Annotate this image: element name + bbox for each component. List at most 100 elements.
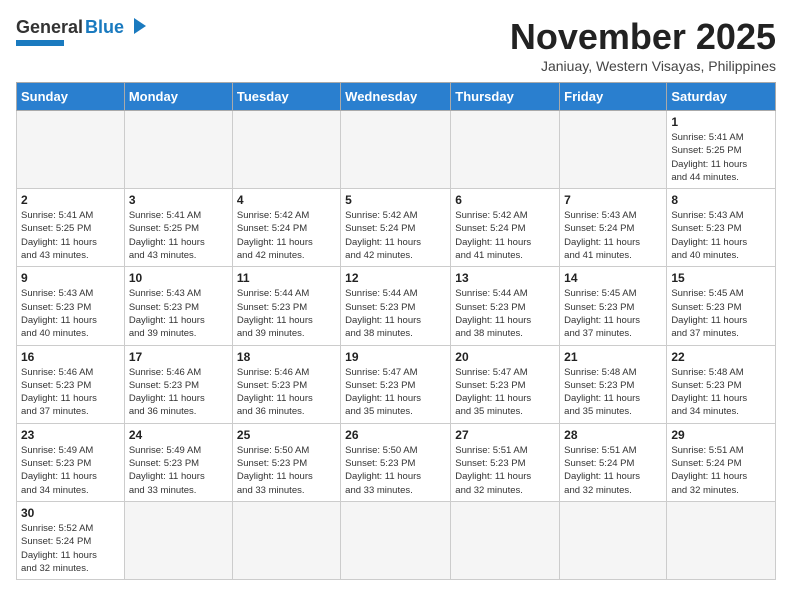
header: General Blue November 2025 Janiuay, West… xyxy=(16,16,776,74)
calendar-cell xyxy=(124,501,232,579)
day-number: 30 xyxy=(21,506,120,520)
day-number: 7 xyxy=(564,193,662,207)
day-number: 1 xyxy=(671,115,771,129)
cell-content: Sunrise: 5:41 AM Sunset: 5:25 PM Dayligh… xyxy=(21,209,120,262)
calendar-cell xyxy=(451,111,560,189)
day-number: 5 xyxy=(345,193,446,207)
cell-content: Sunrise: 5:50 AM Sunset: 5:23 PM Dayligh… xyxy=(345,444,446,497)
day-number: 20 xyxy=(455,350,555,364)
day-number: 18 xyxy=(237,350,336,364)
calendar-week-5: 23Sunrise: 5:49 AM Sunset: 5:23 PM Dayli… xyxy=(17,423,776,501)
calendar-cell: 11 Sunrise: 5:44 AM Sunset: 5:23 PM Dayli… xyxy=(232,267,340,345)
cell-content: Sunrise: 5:43 AM Sunset: 5:24 PM Dayligh… xyxy=(564,209,662,262)
cell-content: Sunrise: 5:45 AM Sunset: 5:23 PM Dayligh… xyxy=(564,287,662,340)
weekday-header-row: SundayMondayTuesdayWednesdayThursdayFrid… xyxy=(17,83,776,111)
day-number: 2 xyxy=(21,193,120,207)
calendar-cell xyxy=(232,501,340,579)
day-number: 16 xyxy=(21,350,120,364)
logo-icon xyxy=(128,16,150,38)
calendar-cell xyxy=(451,501,560,579)
weekday-header-wednesday: Wednesday xyxy=(341,83,451,111)
day-number: 9 xyxy=(21,271,120,285)
cell-content: Sunrise: 5:48 AM Sunset: 5:23 PM Dayligh… xyxy=(564,366,662,419)
calendar-cell xyxy=(124,111,232,189)
calendar-cell: 23Sunrise: 5:49 AM Sunset: 5:23 PM Dayli… xyxy=(17,423,125,501)
calendar-cell: 8 Sunrise: 5:43 AM Sunset: 5:23 PM Daylig… xyxy=(667,189,776,267)
calendar-cell: 18Sunrise: 5:46 AM Sunset: 5:23 PM Dayli… xyxy=(232,345,340,423)
calendar-week-1: 1Sunrise: 5:41 AM Sunset: 5:25 PM Daylig… xyxy=(17,111,776,189)
day-number: 6 xyxy=(455,193,555,207)
title-area: November 2025 Janiuay, Western Visayas, … xyxy=(510,16,776,74)
day-number: 17 xyxy=(129,350,228,364)
day-number: 24 xyxy=(129,428,228,442)
calendar-cell xyxy=(341,111,451,189)
calendar-cell: 14 Sunrise: 5:45 AM Sunset: 5:23 PM Dayli… xyxy=(560,267,667,345)
calendar-cell: 22 Sunrise: 5:48 AM Sunset: 5:23 PM Dayli… xyxy=(667,345,776,423)
calendar-cell: 2 Sunrise: 5:41 AM Sunset: 5:25 PM Daylig… xyxy=(17,189,125,267)
calendar-cell: 27 Sunrise: 5:51 AM Sunset: 5:23 PM Dayli… xyxy=(451,423,560,501)
calendar-cell: 4Sunrise: 5:42 AM Sunset: 5:24 PM Daylig… xyxy=(232,189,340,267)
calendar-cell xyxy=(341,501,451,579)
calendar-cell: 12 Sunrise: 5:44 AM Sunset: 5:23 PM Dayli… xyxy=(341,267,451,345)
cell-content: Sunrise: 5:44 AM Sunset: 5:23 PM Dayligh… xyxy=(237,287,336,340)
day-number: 19 xyxy=(345,350,446,364)
cell-content: Sunrise: 5:47 AM Sunset: 5:23 PM Dayligh… xyxy=(455,366,555,419)
calendar-cell: 30 Sunrise: 5:52 AM Sunset: 5:24 PM Dayli… xyxy=(17,501,125,579)
cell-content: Sunrise: 5:52 AM Sunset: 5:24 PM Dayligh… xyxy=(21,522,120,575)
cell-content: Sunrise: 5:42 AM Sunset: 5:24 PM Dayligh… xyxy=(237,209,336,262)
calendar-cell: 16 Sunrise: 5:46 AM Sunset: 5:23 PM Dayli… xyxy=(17,345,125,423)
calendar-cell: 28Sunrise: 5:51 AM Sunset: 5:24 PM Dayli… xyxy=(560,423,667,501)
calendar-cell: 10Sunrise: 5:43 AM Sunset: 5:23 PM Dayli… xyxy=(124,267,232,345)
cell-content: Sunrise: 5:44 AM Sunset: 5:23 PM Dayligh… xyxy=(345,287,446,340)
logo-underline xyxy=(16,40,64,46)
logo-general-text: General xyxy=(16,17,83,38)
day-number: 25 xyxy=(237,428,336,442)
calendar-table: SundayMondayTuesdayWednesdayThursdayFrid… xyxy=(16,82,776,580)
calendar-cell: 7 Sunrise: 5:43 AM Sunset: 5:24 PM Daylig… xyxy=(560,189,667,267)
calendar-cell: 3Sunrise: 5:41 AM Sunset: 5:25 PM Daylig… xyxy=(124,189,232,267)
cell-content: Sunrise: 5:41 AM Sunset: 5:25 PM Dayligh… xyxy=(129,209,228,262)
calendar-cell: 17 Sunrise: 5:46 AM Sunset: 5:23 PM Dayli… xyxy=(124,345,232,423)
calendar-cell xyxy=(232,111,340,189)
cell-content: Sunrise: 5:42 AM Sunset: 5:24 PM Dayligh… xyxy=(345,209,446,262)
weekday-header-monday: Monday xyxy=(124,83,232,111)
calendar-week-2: 2 Sunrise: 5:41 AM Sunset: 5:25 PM Daylig… xyxy=(17,189,776,267)
day-number: 11 xyxy=(237,271,336,285)
day-number: 27 xyxy=(455,428,555,442)
weekday-header-friday: Friday xyxy=(560,83,667,111)
calendar-cell xyxy=(17,111,125,189)
day-number: 12 xyxy=(345,271,446,285)
calendar-cell: 24 Sunrise: 5:49 AM Sunset: 5:23 PM Dayli… xyxy=(124,423,232,501)
calendar-cell: 5 Sunrise: 5:42 AM Sunset: 5:24 PM Daylig… xyxy=(341,189,451,267)
calendar-cell: 19 Sunrise: 5:47 AM Sunset: 5:23 PM Dayli… xyxy=(341,345,451,423)
calendar-cell xyxy=(667,501,776,579)
cell-content: Sunrise: 5:43 AM Sunset: 5:23 PM Dayligh… xyxy=(21,287,120,340)
day-number: 22 xyxy=(671,350,771,364)
cell-content: Sunrise: 5:49 AM Sunset: 5:23 PM Dayligh… xyxy=(129,444,228,497)
location-subtitle: Janiuay, Western Visayas, Philippines xyxy=(510,58,776,74)
day-number: 8 xyxy=(671,193,771,207)
cell-content: Sunrise: 5:46 AM Sunset: 5:23 PM Dayligh… xyxy=(129,366,228,419)
logo-blue-text: Blue xyxy=(85,17,124,38)
cell-content: Sunrise: 5:43 AM Sunset: 5:23 PM Dayligh… xyxy=(671,209,771,262)
day-number: 14 xyxy=(564,271,662,285)
calendar-cell: 15Sunrise: 5:45 AM Sunset: 5:23 PM Dayli… xyxy=(667,267,776,345)
weekday-header-saturday: Saturday xyxy=(667,83,776,111)
cell-content: Sunrise: 5:47 AM Sunset: 5:23 PM Dayligh… xyxy=(345,366,446,419)
weekday-header-thursday: Thursday xyxy=(451,83,560,111)
cell-content: Sunrise: 5:42 AM Sunset: 5:24 PM Dayligh… xyxy=(455,209,555,262)
day-number: 15 xyxy=(671,271,771,285)
cell-content: Sunrise: 5:46 AM Sunset: 5:23 PM Dayligh… xyxy=(21,366,120,419)
calendar-cell: 20 Sunrise: 5:47 AM Sunset: 5:23 PM Dayli… xyxy=(451,345,560,423)
cell-content: Sunrise: 5:44 AM Sunset: 5:23 PM Dayligh… xyxy=(455,287,555,340)
cell-content: Sunrise: 5:48 AM Sunset: 5:23 PM Dayligh… xyxy=(671,366,771,419)
calendar-cell: 1Sunrise: 5:41 AM Sunset: 5:25 PM Daylig… xyxy=(667,111,776,189)
logo: General Blue xyxy=(16,16,150,46)
calendar-cell: 13Sunrise: 5:44 AM Sunset: 5:23 PM Dayli… xyxy=(451,267,560,345)
day-number: 10 xyxy=(129,271,228,285)
cell-content: Sunrise: 5:50 AM Sunset: 5:23 PM Dayligh… xyxy=(237,444,336,497)
calendar-cell: 9 Sunrise: 5:43 AM Sunset: 5:23 PM Daylig… xyxy=(17,267,125,345)
cell-content: Sunrise: 5:51 AM Sunset: 5:23 PM Dayligh… xyxy=(455,444,555,497)
calendar-cell xyxy=(560,111,667,189)
month-title: November 2025 xyxy=(510,16,776,58)
